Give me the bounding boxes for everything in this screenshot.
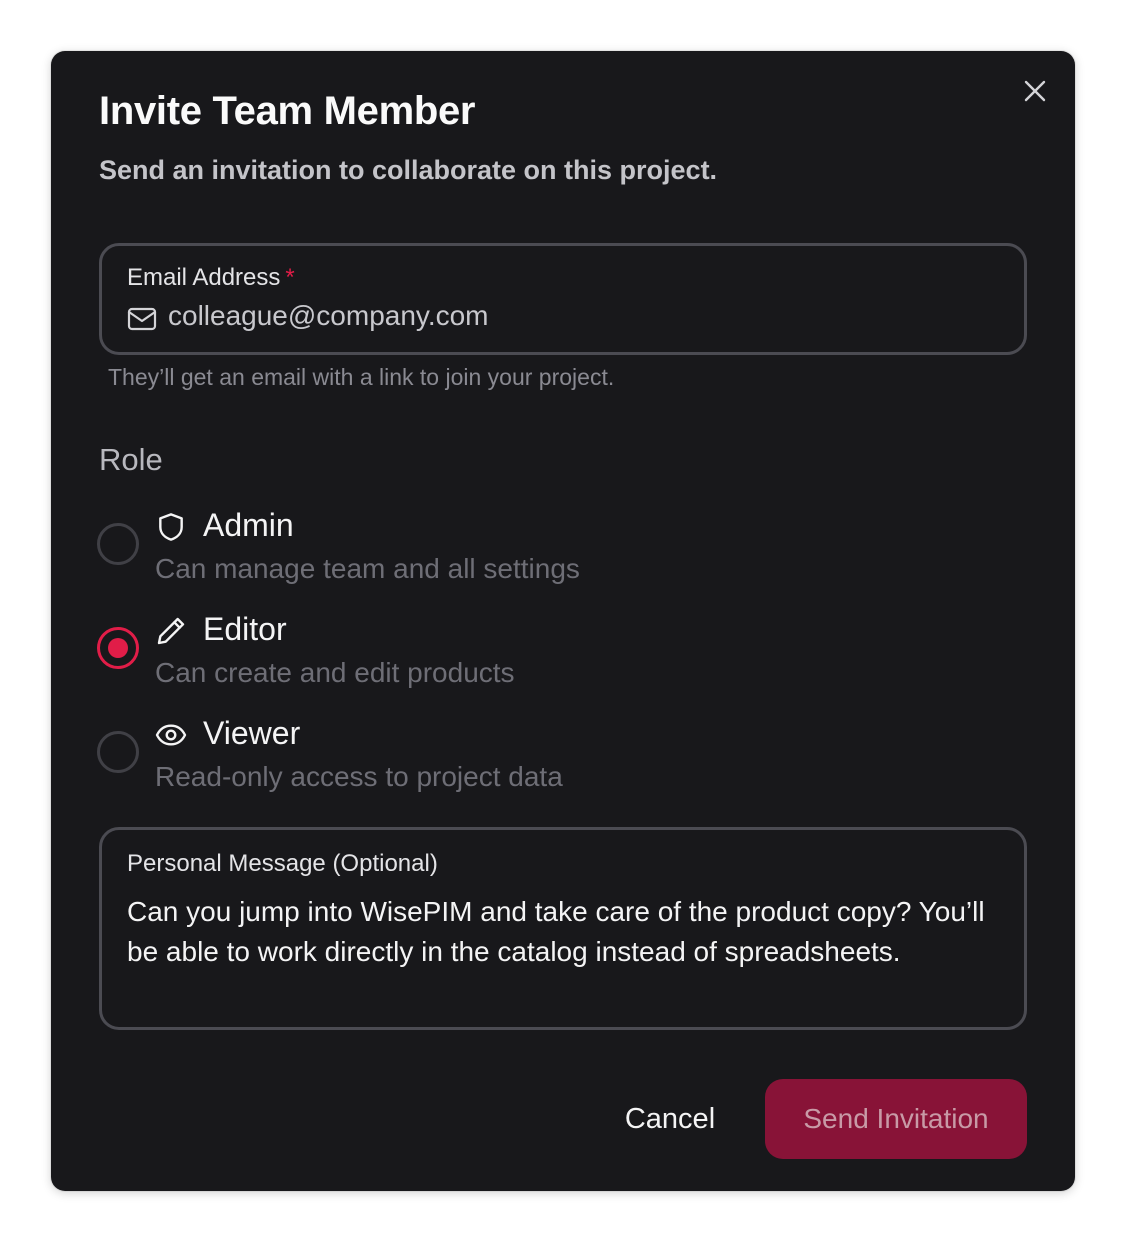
role-name: Viewer (203, 715, 301, 751)
email-label: Email Address * (127, 264, 295, 292)
radio-viewer[interactable] (97, 731, 139, 773)
radio-admin[interactable] (97, 523, 139, 565)
dialog-subtitle: Send an invitation to collaborate on thi… (99, 155, 718, 185)
required-marker: * (285, 264, 295, 291)
email-label-text: Email Address (127, 264, 281, 291)
role-description: Read-only access to project data (155, 761, 563, 792)
role-option-admin[interactable]: Admin Can manage team and all settings (97, 507, 657, 603)
send-invitation-button[interactable]: Send Invitation (765, 1079, 1027, 1159)
close-icon (1024, 80, 1046, 102)
role-label: Role (99, 442, 163, 477)
cancel-button[interactable]: Cancel (603, 1079, 737, 1159)
pencil-icon (157, 617, 185, 645)
radio-editor[interactable] (97, 627, 139, 669)
role-name: Admin (203, 507, 294, 543)
personal-message-field[interactable]: Personal Message (Optional) Can you jump… (99, 827, 1027, 1030)
message-label: Personal Message (Optional) (127, 850, 438, 877)
role-name: Editor (203, 611, 287, 647)
invite-dialog: Invite Team Member Send an invitation to… (51, 51, 1075, 1191)
role-option-viewer[interactable]: Viewer Read-only access to project data (97, 715, 657, 811)
mail-icon (127, 307, 157, 331)
eye-icon (155, 724, 187, 746)
email-field[interactable]: Email Address * (99, 243, 1027, 355)
shield-icon (159, 513, 183, 541)
email-input[interactable] (168, 296, 988, 336)
email-helper-text: They’ll get an email with a link to join… (108, 364, 615, 390)
role-description: Can create and edit products (155, 657, 515, 688)
message-textarea[interactable]: Can you jump into WisePIM and take care … (127, 892, 997, 972)
role-description: Can manage team and all settings (155, 553, 580, 584)
role-option-editor[interactable]: Editor Can create and edit products (97, 611, 657, 707)
dialog-title: Invite Team Member (99, 89, 476, 133)
close-button[interactable] (1019, 75, 1051, 107)
